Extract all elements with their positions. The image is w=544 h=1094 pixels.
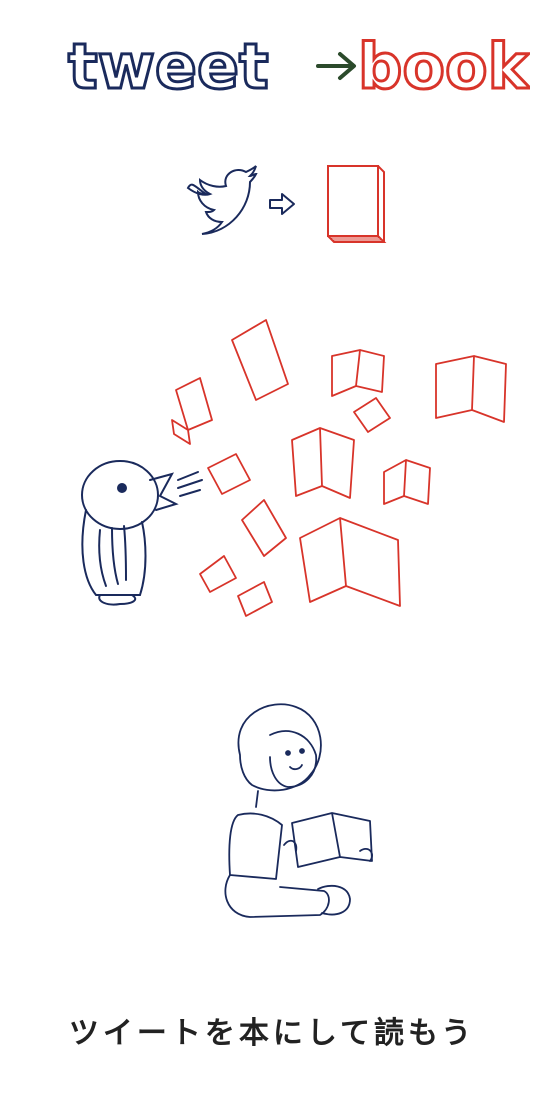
logo-word-book: book	[358, 30, 530, 103]
logo-arrow-icon	[316, 52, 356, 80]
flying-books-icon	[171, 319, 507, 617]
tweetbook-logo: tweet book	[60, 26, 533, 105]
bird-books-illustration	[60, 300, 520, 630]
right-arrow-icon	[269, 193, 295, 215]
concept-row	[178, 160, 398, 250]
bird-character-icon	[81, 460, 203, 606]
reader-illustration	[200, 695, 400, 945]
bird-books-graphic	[81, 319, 507, 617]
twitter-bird-icon	[186, 165, 258, 235]
logo-wordmark: tweet book	[67, 29, 533, 105]
landing-page: tweet book ツイートを本にして読もう	[0, 0, 544, 1094]
reader-graphic	[224, 703, 373, 918]
concept-graphic	[186, 165, 387, 243]
logo-word-tweet: tweet	[68, 30, 269, 103]
tagline-text: ツイートを本にして読もう	[68, 1016, 476, 1051]
girl-reading-icon	[224, 703, 373, 918]
book-icon	[327, 165, 387, 243]
